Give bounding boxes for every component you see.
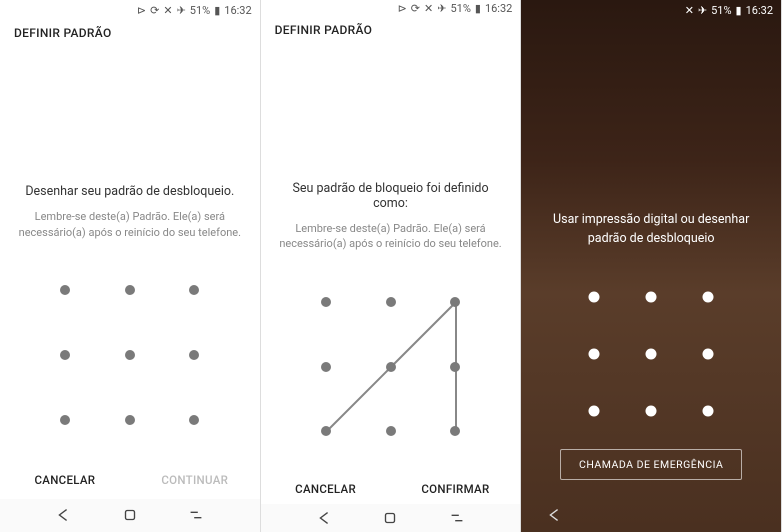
instruction-text: Desenhar seu padrão de desbloqueio. xyxy=(25,184,234,199)
sync-icon: ⟳ xyxy=(411,2,420,15)
unlock-instruction: Usar impressão digital ou desenhar padrã… xyxy=(539,211,763,249)
pattern-dot[interactable] xyxy=(703,291,714,302)
pattern-dot[interactable] xyxy=(189,350,199,360)
pattern-dot xyxy=(386,426,396,436)
pattern-dot[interactable] xyxy=(189,285,199,295)
recent-icon[interactable] xyxy=(448,509,466,527)
pattern-dot[interactable] xyxy=(589,405,600,416)
status-time: 16:32 xyxy=(485,2,512,15)
footer-buttons: CANCELAR CONFIRMAR xyxy=(261,472,521,505)
back-icon[interactable] xyxy=(54,506,72,524)
mute-icon: ✕ xyxy=(163,4,172,17)
pattern-dot xyxy=(450,297,460,307)
status-bar: ⊳ ⟳ ✕ ✈ 51% ▮ 16:32 xyxy=(0,0,260,20)
recent-icon[interactable] xyxy=(187,506,205,524)
content-area: Usar impressão digital ou desenhar padrã… xyxy=(521,21,781,498)
screen-define-pattern-confirm: ⊳ ⟳ ✕ ✈ 51% ▮ 16:32 DEFINIR PADRÃO Seu p… xyxy=(261,0,522,532)
pattern-dot[interactable] xyxy=(589,291,600,302)
battery-icon: ▮ xyxy=(214,4,220,17)
pattern-dot xyxy=(321,426,331,436)
emergency-call-button[interactable]: CHAMADA DE EMERGÊNCIA xyxy=(560,449,742,480)
content-area: Seu padrão de bloqueio foi definido como… xyxy=(261,41,521,472)
pattern-dot[interactable] xyxy=(646,405,657,416)
pattern-dot[interactable] xyxy=(646,291,657,302)
pattern-dot xyxy=(321,362,331,372)
pattern-dot[interactable] xyxy=(189,415,199,425)
pattern-dot[interactable] xyxy=(60,415,70,425)
pattern-dot xyxy=(386,297,396,307)
back-icon[interactable] xyxy=(315,509,333,527)
pattern-dot[interactable] xyxy=(703,348,714,359)
status-time: 16:32 xyxy=(746,4,773,17)
nav-bar xyxy=(261,504,521,532)
status-time: 16:32 xyxy=(224,4,251,17)
page-title: DEFINIR PADRÃO xyxy=(0,20,260,44)
pattern-input-grid[interactable] xyxy=(45,270,215,440)
confirm-button[interactable]: CONFIRMAR xyxy=(391,473,521,505)
home-icon[interactable] xyxy=(121,506,139,524)
pattern-dot[interactable] xyxy=(125,415,135,425)
airplane-icon: ✈ xyxy=(698,4,707,17)
cancel-button[interactable]: CANCELAR xyxy=(261,473,391,505)
outgoing-icon: ⊳ xyxy=(398,2,407,15)
battery-percent: 51% xyxy=(450,2,470,15)
pattern-dot[interactable] xyxy=(60,285,70,295)
home-icon[interactable] xyxy=(381,509,399,527)
airplane-icon: ✈ xyxy=(177,4,186,17)
page-title: DEFINIR PADRÃO xyxy=(261,17,521,41)
status-bar: ⊳ ⟳ ✕ ✈ 51% ▮ 16:32 xyxy=(261,0,521,17)
pattern-dot xyxy=(386,362,396,372)
lock-screen: ✕ ✈ 51% ▮ 16:32 Usar impressão digital o… xyxy=(521,0,782,532)
nav-bar xyxy=(521,498,781,532)
mute-icon: ✕ xyxy=(685,4,694,17)
pattern-dot xyxy=(450,426,460,436)
battery-percent: 51% xyxy=(711,4,731,17)
nav-bar xyxy=(0,499,260,532)
pattern-dot[interactable] xyxy=(703,405,714,416)
cancel-button[interactable]: CANCELAR xyxy=(0,461,130,499)
pattern-dot xyxy=(321,297,331,307)
outgoing-icon: ⊳ xyxy=(137,4,146,17)
pattern-preview-grid xyxy=(306,282,476,452)
pattern-input-grid[interactable] xyxy=(576,279,726,429)
pattern-dot xyxy=(450,362,460,372)
battery-icon: ▮ xyxy=(736,4,742,17)
content-area: Desenhar seu padrão de desbloqueio. Lemb… xyxy=(0,44,260,460)
reminder-text: Lembre-se deste(a) Padrão. Ele(a) será n… xyxy=(18,209,242,240)
sync-icon: ⟳ xyxy=(150,4,159,17)
status-bar: ✕ ✈ 51% ▮ 16:32 xyxy=(521,0,781,21)
pattern-dot[interactable] xyxy=(589,348,600,359)
battery-icon: ▮ xyxy=(475,2,481,15)
airplane-icon: ✈ xyxy=(437,2,446,15)
pattern-dot[interactable] xyxy=(125,285,135,295)
pattern-dot[interactable] xyxy=(125,350,135,360)
screen-define-pattern-draw: ⊳ ⟳ ✕ ✈ 51% ▮ 16:32 DEFINIR PADRÃO Desen… xyxy=(0,0,261,532)
battery-percent: 51% xyxy=(190,4,210,17)
footer-buttons: CANCELAR CONTINUAR xyxy=(0,460,260,499)
status-text: Seu padrão de bloqueio foi definido como… xyxy=(279,181,503,211)
pattern-dot[interactable] xyxy=(646,348,657,359)
continue-button: CONTINUAR xyxy=(130,461,260,499)
mute-icon: ✕ xyxy=(424,2,433,15)
reminder-text: Lembre-se deste(a) Padrão. Ele(a) será n… xyxy=(279,221,503,252)
pattern-dot[interactable] xyxy=(60,350,70,360)
back-icon[interactable] xyxy=(545,506,563,524)
